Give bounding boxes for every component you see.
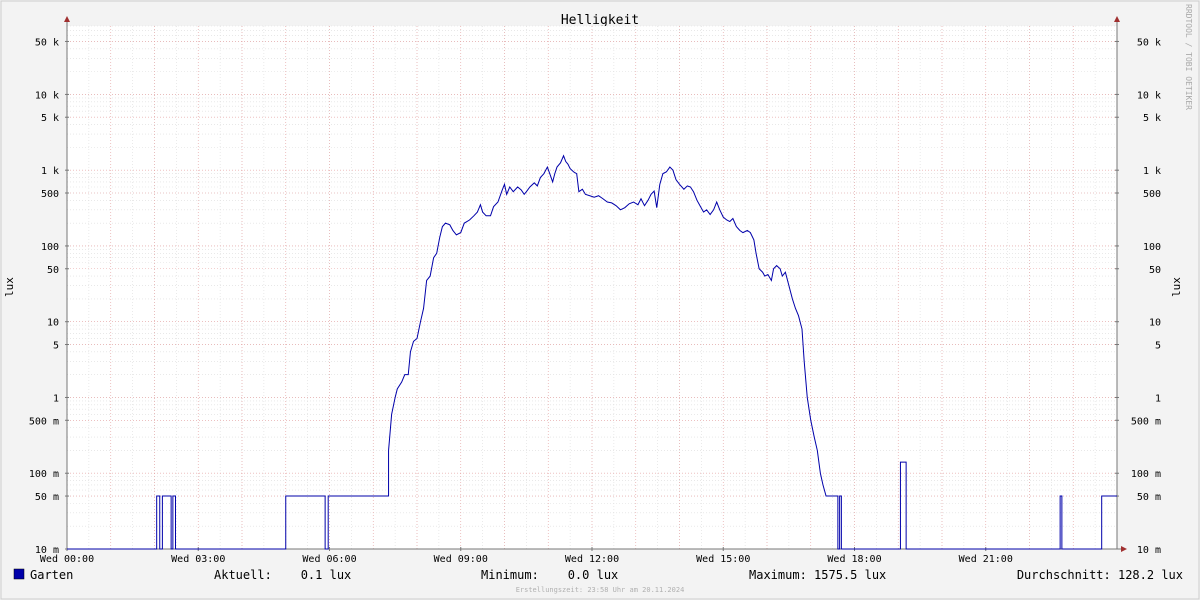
y-axis-label-left: lux [3, 277, 16, 297]
y-tick-label-right: 10 k [1137, 90, 1161, 101]
y-tick-label-left: 1 [53, 393, 59, 404]
rrdtool-watermark: RRDTOOL / TOBI OETIKER [1184, 4, 1193, 110]
legend-series-name: Garten [30, 568, 73, 582]
y-tick-label-right: 1 [1155, 393, 1161, 404]
y-tick-label-left: 100 [41, 242, 59, 253]
y-tick-label-left: 50 [47, 265, 59, 276]
y-tick-label-left: 5 [53, 341, 59, 352]
y-tick-label-left: 10 k [35, 90, 59, 101]
y-tick-label-right: 5 [1155, 341, 1161, 352]
y-tick-label-left: 500 [41, 189, 59, 200]
y-tick-label-right: 50 m [1137, 492, 1161, 503]
x-tick-label: Wed 09:00 [434, 554, 488, 565]
legend-average: Durchschnitt: 128.2 lux [1017, 568, 1183, 582]
y-axis-label-right: lux [1170, 277, 1183, 297]
y-tick-label-right: 100 [1143, 242, 1161, 253]
y-tick-label-left: 5 k [41, 113, 59, 124]
x-tick-label: Wed 18:00 [827, 554, 881, 565]
y-tick-label-left: 50 m [35, 492, 59, 503]
y-tick-label-left: 50 k [35, 37, 59, 48]
legend-swatch-garten [13, 568, 25, 580]
x-tick-label: Wed 15:00 [696, 554, 750, 565]
y-tick-label-right: 5 k [1143, 113, 1161, 124]
legend-maximum: Maximum: 1575.5 lux [749, 568, 886, 582]
chart-container: Helligkeit lux lux RRDTOOL / TOBI OETIKE… [0, 0, 1200, 600]
legend-current: Aktuell: 0.1 lux [214, 568, 351, 582]
y-tick-label-right: 10 m [1137, 545, 1161, 556]
chart-svg: Helligkeit lux lux RRDTOOL / TOBI OETIKE… [0, 0, 1200, 600]
y-tick-label-right: 500 [1143, 189, 1161, 200]
x-tick-label: Wed 03:00 [171, 554, 225, 565]
legend-minimum: Minimum: 0.0 lux [481, 568, 618, 582]
y-tick-label-left: 500 m [29, 416, 59, 427]
y-tick-label-right: 50 k [1137, 37, 1161, 48]
chart-title: Helligkeit [561, 13, 639, 28]
plot-area: 10 m 10 m50 m 50 m100 m 100 m500 m 500 m1 15 5… [29, 16, 1161, 565]
y-tick-label-left: 1 k [41, 166, 59, 177]
y-tick-label-right: 100 m [1131, 469, 1161, 480]
y-tick-label-left: 100 m [29, 469, 59, 480]
creation-time-footer: Erstellungszeit: 23:58 Uhr am 20.11.2024 [516, 586, 685, 594]
x-tick-label: Wed 21:00 [959, 554, 1013, 565]
x-tick-label: Wed 06:00 [302, 554, 356, 565]
y-tick-label-left: 10 [47, 318, 59, 329]
y-tick-label-right: 1 k [1143, 166, 1161, 177]
x-tick-label: Wed 00:00 [40, 554, 94, 565]
y-tick-label-right: 10 [1149, 318, 1161, 329]
y-tick-label-right: 50 [1149, 265, 1161, 276]
y-tick-label-right: 500 m [1131, 416, 1161, 427]
x-tick-label: Wed 12:00 [565, 554, 619, 565]
